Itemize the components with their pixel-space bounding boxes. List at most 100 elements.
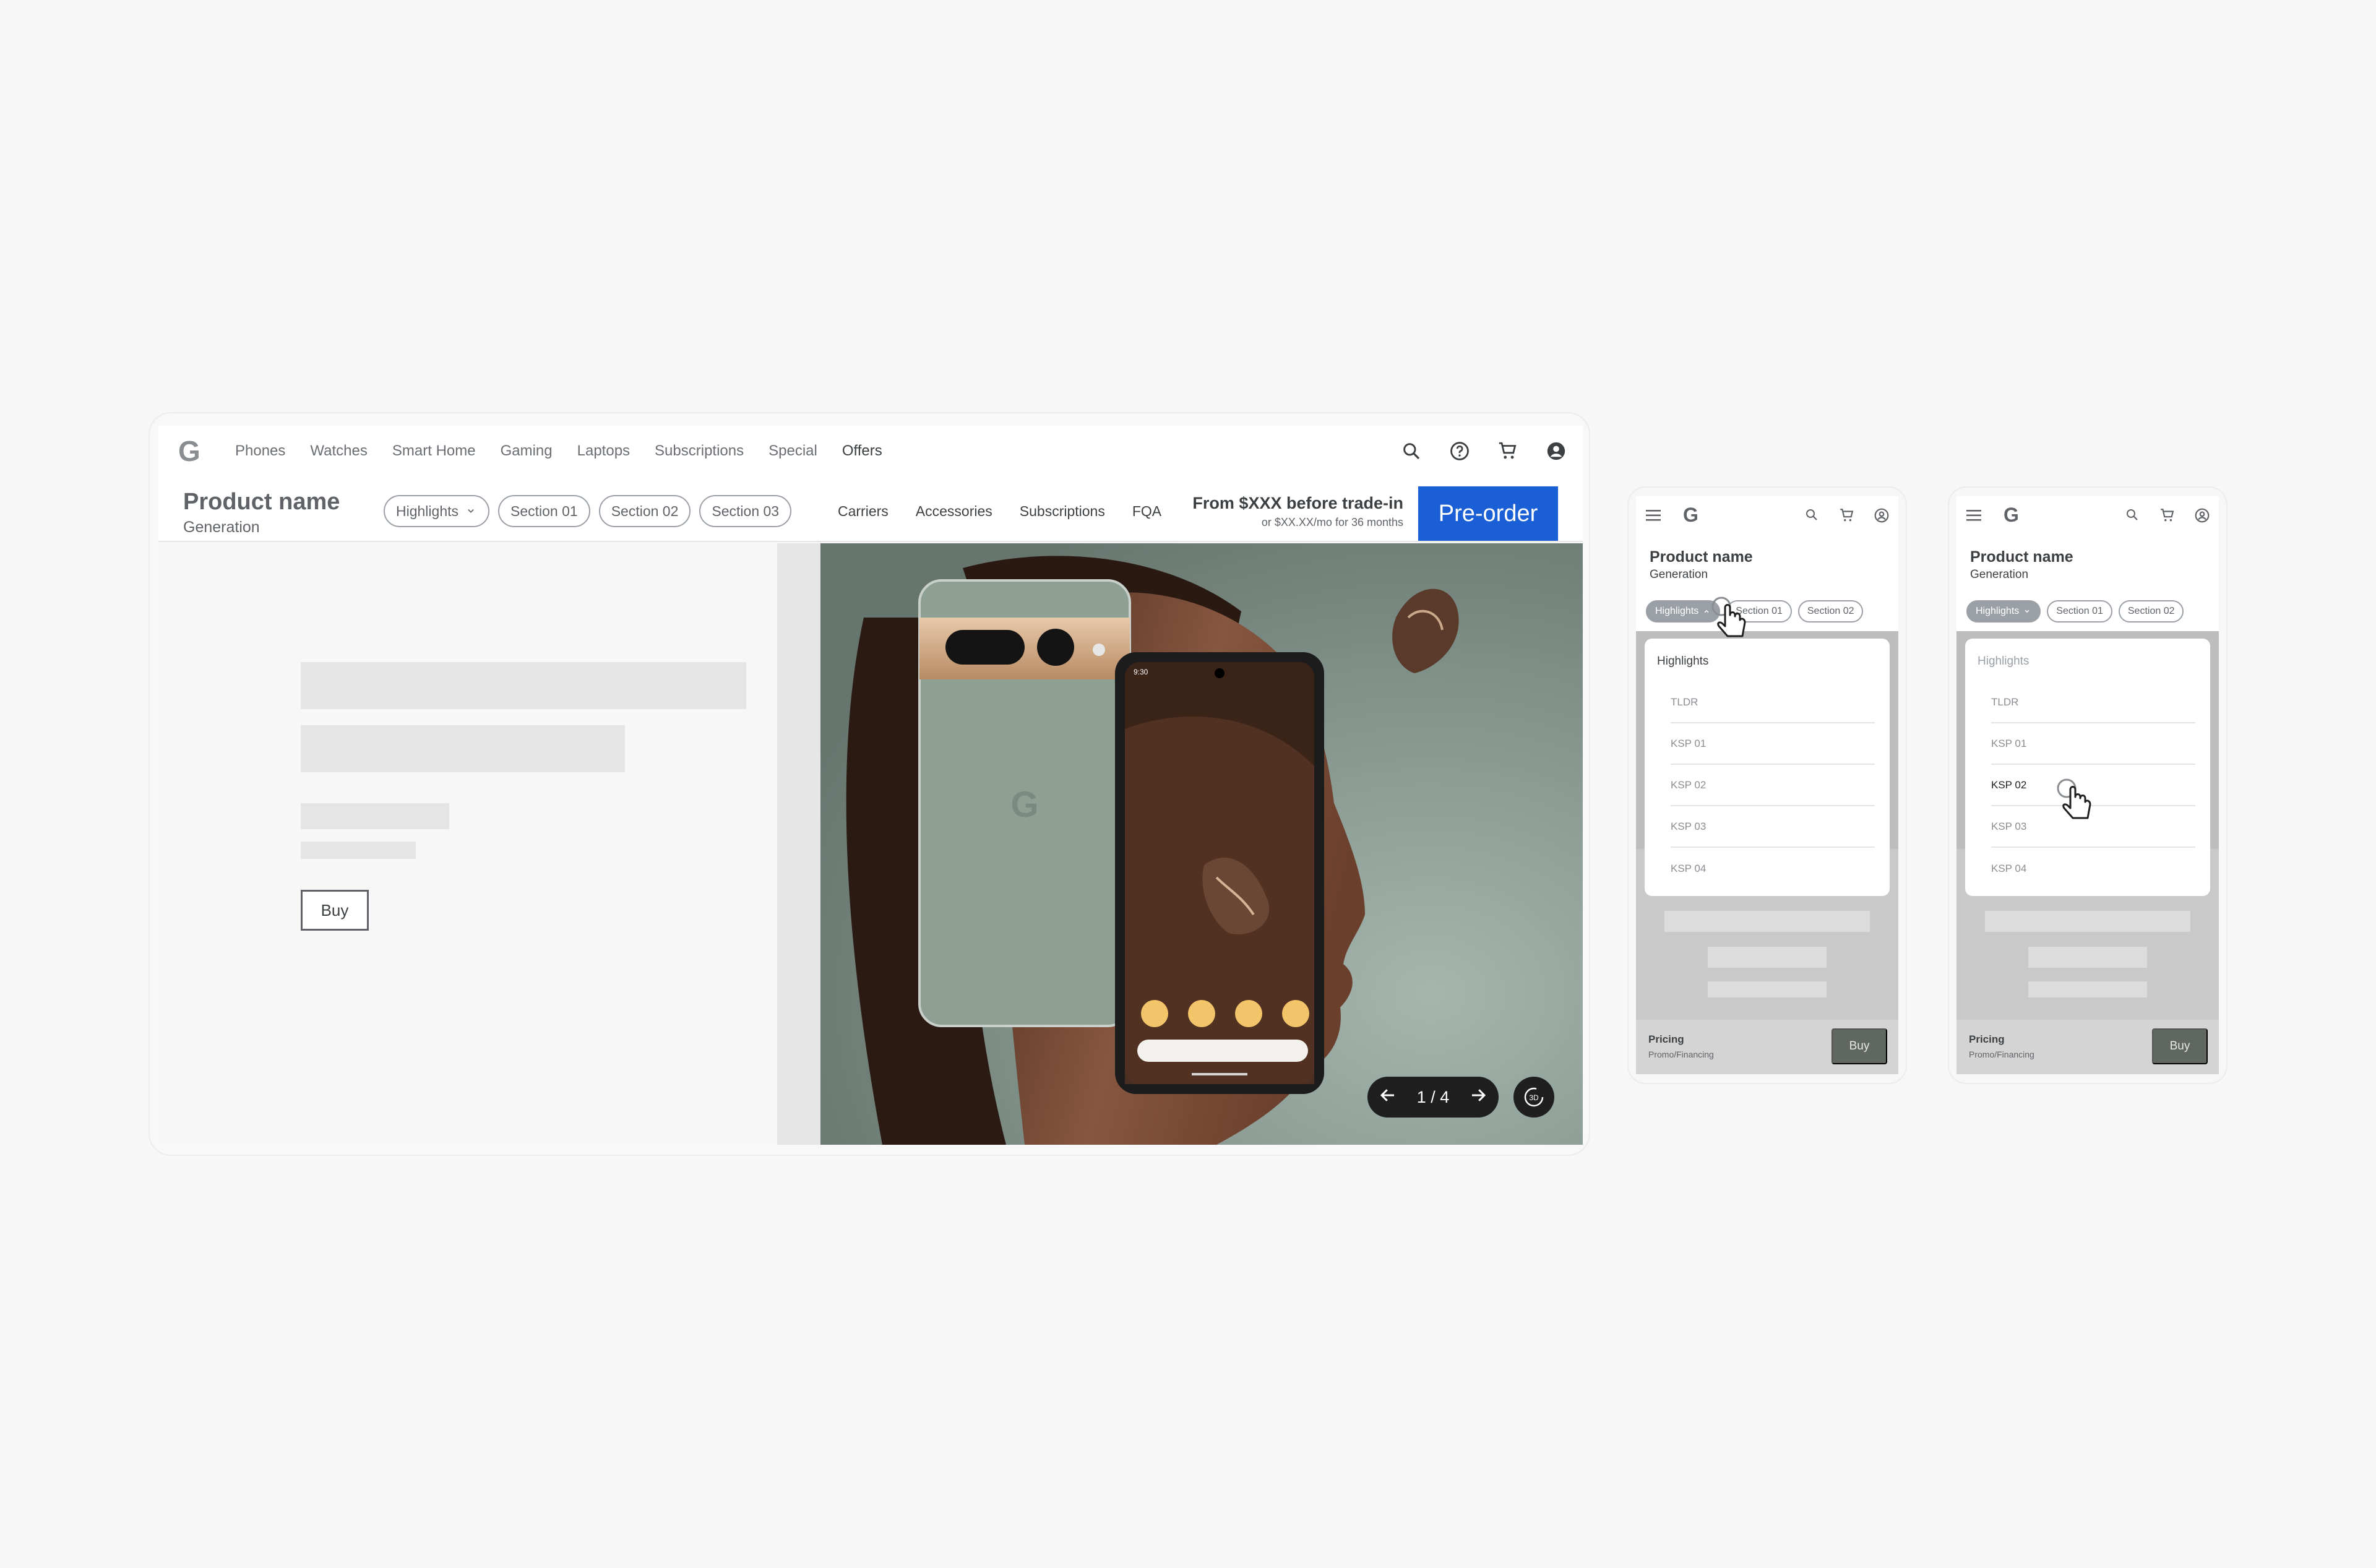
skeleton-line	[1708, 947, 1827, 968]
chip-highlights[interactable]: Highlights	[1966, 600, 2041, 622]
account-icon[interactable]	[1874, 507, 1890, 527]
gallery-gutter	[777, 543, 820, 1145]
mobile-frame-b: G Product name Generation Highlights Sec…	[1948, 486, 2228, 1084]
chip-section-02[interactable]: Section 02	[2118, 600, 2184, 622]
desktop-frame: G Phones Watches Smart Home Gaming Lapto…	[148, 412, 1590, 1156]
chip-section-02[interactable]: Section 02	[598, 495, 691, 527]
skeleton-headline	[301, 662, 746, 709]
gallery-pager: 1 / 4	[1367, 1077, 1499, 1118]
dropdown-item-ksp-04[interactable]: KSP 04	[1671, 848, 1875, 889]
dropdown-item-tldr[interactable]: TLDR	[1671, 682, 1875, 723]
dropdown-heading: Highlights	[1657, 655, 1709, 668]
chip-section-03[interactable]: Section 03	[699, 495, 792, 527]
secondary-links: Carriers Accessories Subscriptions FQA	[827, 495, 1173, 527]
mobile-top-bar: G	[1956, 496, 2219, 535]
product-generation: Generation	[1970, 568, 2029, 581]
search-icon[interactable]	[1804, 507, 1819, 525]
dropdown-item-ksp-03[interactable]: KSP 03	[1671, 806, 1875, 848]
link-subscriptions[interactable]: Subscriptions	[1009, 495, 1116, 527]
nav-smart-home[interactable]: Smart Home	[392, 442, 476, 460]
mobile-page-a: G Product name Generation Highlights Sec…	[1636, 496, 1898, 1074]
search-icon[interactable]	[2125, 507, 2140, 525]
rotate-3d-label: 3D	[1529, 1093, 1539, 1102]
footer-promo: Promo/Financing	[1969, 1049, 2034, 1059]
skeleton-line	[1708, 981, 1827, 997]
skeleton-line	[1985, 911, 2190, 932]
link-carriers[interactable]: Carriers	[827, 495, 900, 527]
price-main: From $XXX before trade-in	[1192, 494, 1403, 512]
chip-highlights-label: Highlights	[1976, 606, 2020, 616]
nav-gaming[interactable]: Gaming	[501, 442, 553, 460]
dropdown-item-tldr[interactable]: TLDR	[1991, 682, 2195, 723]
product-name: Product name	[183, 489, 340, 515]
product-name: Product name	[1650, 548, 1753, 566]
dropdown-item-ksp-04[interactable]: KSP 04	[1991, 848, 2195, 889]
chip-highlights[interactable]: Highlights	[384, 495, 489, 527]
cart-icon[interactable]	[2159, 507, 2176, 527]
nav-phones[interactable]: Phones	[235, 442, 285, 460]
buy-button[interactable]: Buy	[1832, 1028, 1887, 1064]
rotate-3d-button[interactable]: 3D	[1513, 1077, 1554, 1118]
account-icon[interactable]	[1544, 439, 1568, 463]
highlights-dropdown: Highlights TLDR KSP 01 KSP 02 KSP 03 KSP…	[1645, 639, 1890, 896]
nav-subscriptions[interactable]: Subscriptions	[655, 442, 744, 460]
sticky-buy-footer: Pricing Promo/Financing Buy	[1956, 1020, 2219, 1074]
mobile-top-bar: G	[1636, 496, 1898, 535]
arrow-right-icon[interactable]	[1469, 1086, 1487, 1109]
pager-count: 1 / 4	[1416, 1087, 1450, 1106]
footer-pricing: Pricing	[1648, 1033, 1684, 1045]
cart-icon[interactable]	[1839, 507, 1855, 527]
buy-button[interactable]: Buy	[2152, 1028, 2208, 1064]
chip-section-01[interactable]: Section 01	[2047, 600, 2112, 622]
sticky-buy-footer: Pricing Promo/Financing Buy	[1636, 1020, 1898, 1074]
nav-links: Phones Watches Smart Home Gaming Laptops…	[235, 426, 907, 476]
google-logo[interactable]: G	[178, 437, 200, 465]
buy-button[interactable]: Buy	[301, 890, 369, 931]
cart-icon[interactable]	[1496, 439, 1520, 463]
highlights-dropdown: Highlights TLDR KSP 01 KSP 02 KSP 03 KSP…	[1965, 639, 2210, 896]
chip-highlights-label: Highlights	[396, 502, 458, 519]
skeleton-line	[1664, 911, 1870, 932]
skeleton-subheadline	[301, 725, 625, 772]
skeleton-price	[301, 803, 449, 829]
menu-icon[interactable]	[1966, 509, 1981, 525]
product-name: Product name	[1970, 548, 2073, 566]
nav-offers[interactable]: Offers	[842, 442, 882, 460]
tap-cursor-icon	[1711, 597, 1746, 637]
dropdown-item-ksp-01[interactable]: KSP 01	[1991, 723, 2195, 765]
dropdown-item-ksp-02[interactable]: KSP 02	[1671, 765, 1875, 806]
product-generation: Generation	[1650, 568, 1708, 581]
nav-special[interactable]: Special	[768, 442, 817, 460]
sticky-subnav: Product name Generation Highlights Secti…	[158, 476, 1583, 542]
section-chips: Highlights Section 01 Section 02 Section…	[384, 495, 792, 527]
svg-text:G: G	[1010, 785, 1038, 825]
chevron-down-icon	[468, 509, 474, 513]
chip-section-01[interactable]: Section 01	[498, 495, 590, 527]
help-icon[interactable]	[1448, 439, 1471, 463]
arrow-left-icon[interactable]	[1379, 1086, 1397, 1109]
hero-photo: G 9:30	[820, 543, 1583, 1145]
preorder-button[interactable]: Pre-order	[1418, 486, 1558, 541]
mobile-frame-a: G Product name Generation Highlights Sec…	[1627, 486, 1907, 1084]
section-chips: Highlights Section 01 Section 02	[1966, 600, 2184, 622]
search-icon[interactable]	[1400, 439, 1423, 463]
google-logo[interactable]: G	[1683, 505, 1698, 525]
menu-icon[interactable]	[1646, 509, 1661, 525]
link-accessories[interactable]: Accessories	[905, 495, 1004, 527]
link-fqa[interactable]: FQA	[1121, 495, 1173, 527]
product-generation: Generation	[183, 519, 260, 536]
desktop-page: G Phones Watches Smart Home Gaming Lapto…	[158, 426, 1583, 1145]
chip-highlights-label: Highlights	[1655, 606, 1699, 616]
dropdown-item-ksp-01[interactable]: KSP 01	[1671, 723, 1875, 765]
google-logo[interactable]: G	[2004, 505, 2019, 525]
footer-pricing: Pricing	[1969, 1033, 2005, 1045]
dropdown-heading: Highlights	[1978, 655, 2030, 668]
nav-watches[interactable]: Watches	[310, 442, 367, 460]
account-icon[interactable]	[2194, 507, 2210, 527]
nav-laptops[interactable]: Laptops	[577, 442, 630, 460]
price-sub: or $XX.XX/mo for 36 months	[1261, 516, 1403, 528]
product-info-pane: Buy	[158, 543, 777, 1145]
hero-image: G 9:30	[820, 543, 1583, 1145]
chevron-down-icon	[2025, 610, 2030, 613]
chip-section-02[interactable]: Section 02	[1797, 600, 1864, 622]
